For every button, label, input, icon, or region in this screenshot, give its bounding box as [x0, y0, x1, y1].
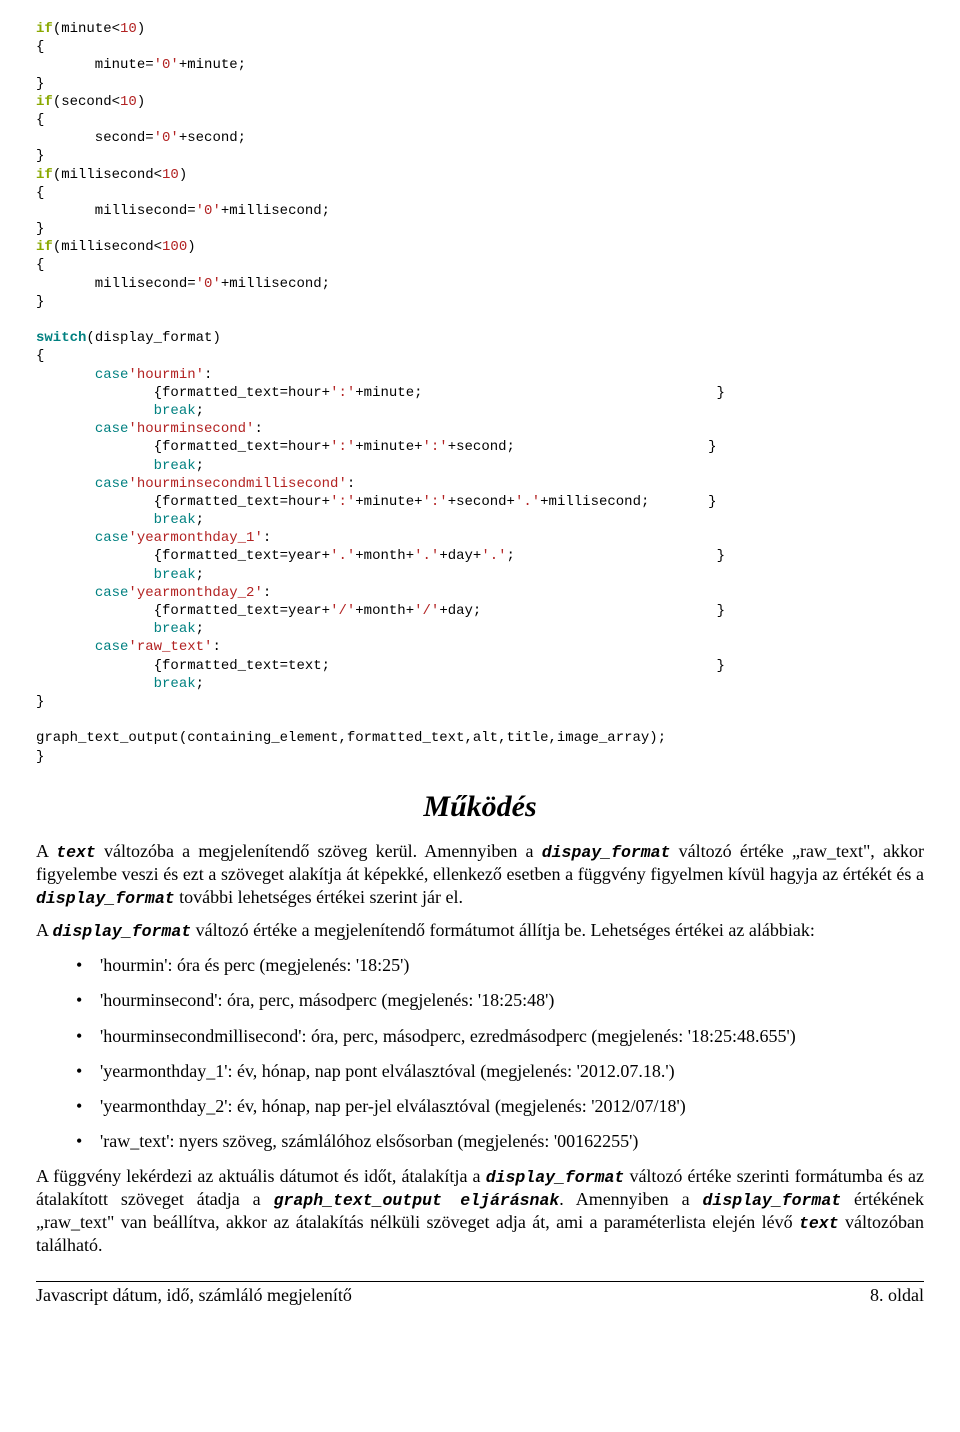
code-inline: text: [56, 843, 96, 862]
code-inline: text: [799, 1214, 839, 1233]
list-item: 'hourmin': óra és perc (megjelenés: '18:…: [76, 954, 924, 977]
footer-rule: [36, 1281, 924, 1282]
footer-left: Javascript dátum, idő, számláló megjelen…: [36, 1284, 352, 1307]
code-inline: graph_text_output eljárásnak: [274, 1191, 560, 1210]
list-item: 'raw_text': nyers szöveg, számlálóhoz el…: [76, 1130, 924, 1153]
code-inline: display_format: [36, 889, 175, 908]
code-inline: display_format: [486, 1168, 625, 1187]
paragraph-2: A display_format változó értéke a megjel…: [36, 919, 924, 942]
paragraph-3: A függvény lekérdezi az aktuális dátumot…: [36, 1165, 924, 1257]
section-title: Működés: [36, 788, 924, 826]
code-inline: dispay_format: [542, 843, 671, 862]
list-item: 'hourminsecond': óra, perc, másodperc (m…: [76, 989, 924, 1012]
footer-right: 8. oldal: [870, 1284, 924, 1307]
code-inline: display_format: [703, 1191, 842, 1210]
format-list: 'hourmin': óra és perc (megjelenés: '18:…: [76, 954, 924, 1152]
list-item: 'yearmonthday_2': év, hónap, nap per-jel…: [76, 1095, 924, 1118]
list-item: 'hourminsecondmillisecond': óra, perc, m…: [76, 1025, 924, 1048]
paragraph-1: A text változóba a megjelenítendő szöveg…: [36, 840, 924, 909]
code-inline: display_format: [53, 922, 192, 941]
list-item: 'yearmonthday_1': év, hónap, nap pont el…: [76, 1060, 924, 1083]
page-footer: Javascript dátum, idő, számláló megjelen…: [36, 1284, 924, 1307]
code-block: if(minute<10) { minute='0'+minute; } if(…: [36, 20, 924, 766]
